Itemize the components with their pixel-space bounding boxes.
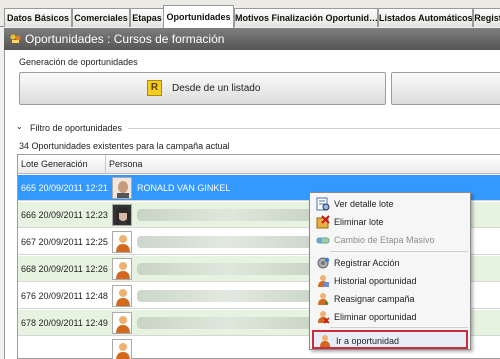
menu-item-eliminar-oportunidad[interactable]: Eliminar oportunidad xyxy=(312,308,468,326)
person-avatar-icon xyxy=(112,312,132,334)
lote-cell: 667 20/09/2011 12:25 xyxy=(21,237,108,247)
opportunity-count: 34 Oportunidades existentes para la camp… xyxy=(19,141,230,151)
person-avatar xyxy=(112,177,132,199)
generate-other-button[interactable] xyxy=(391,72,500,105)
chevron-down-icon[interactable]: ⌄ xyxy=(16,122,23,131)
tab-bar: Datos Básicos Comerciales Etapas Oportun… xyxy=(0,0,500,28)
menu-item-ver-detalle-lote[interactable]: Ver detalle lote xyxy=(312,195,468,213)
person-avatar-icon xyxy=(112,339,132,359)
list-icon: R xyxy=(147,80,162,96)
person-avatar xyxy=(112,204,132,226)
goto-opportunity-icon xyxy=(320,335,330,347)
persona-cell-redacted xyxy=(137,290,317,302)
delete-lot-icon xyxy=(316,215,330,229)
person-avatar-icon xyxy=(112,258,132,280)
menu-item-registrar-accion[interactable]: Registrar Acción xyxy=(312,254,468,272)
window-title: Oportunidades : Cursos de formación xyxy=(25,32,225,46)
column-separator[interactable] xyxy=(105,155,106,174)
lote-cell: 668 20/09/2011 12:26 xyxy=(21,264,108,274)
tab-etapas[interactable]: Etapas xyxy=(130,8,164,27)
tab-registros[interactable]: Regist xyxy=(473,8,500,27)
from-list-button-label: Desde de un listado xyxy=(172,83,261,94)
detail-icon xyxy=(316,197,330,211)
persona-cell-redacted xyxy=(137,317,317,329)
tab-listados-automaticos[interactable]: Listados Automáticos xyxy=(378,8,473,27)
menu-item-eliminar-lote[interactable]: Eliminar lote xyxy=(312,213,468,231)
menu-item-cambio-etapa-masivo[interactable]: Cambio de Etapa Masivo xyxy=(312,231,468,249)
from-list-button[interactable]: R Desde de un listado xyxy=(19,72,386,105)
menu-separator xyxy=(330,251,468,252)
lote-cell: 666 20/09/2011 12:23 xyxy=(21,210,108,220)
person-avatar-icon xyxy=(112,285,132,307)
grid-header: Lote Generación Persona xyxy=(18,155,500,174)
menu-separator xyxy=(330,327,468,328)
menu-item-historial-oportunidad[interactable]: Historial oportunidad xyxy=(312,272,468,290)
tab-comerciales[interactable]: Comerciales xyxy=(72,8,130,27)
opportunities-icon xyxy=(10,34,21,43)
menu-item-reasignar-campana[interactable]: Reasignar campaña xyxy=(312,290,468,308)
column-lote-generacion[interactable]: Lote Generación xyxy=(21,159,88,169)
delete-opportunity-icon xyxy=(318,311,330,324)
history-icon xyxy=(318,275,329,287)
tab-datos-basicos[interactable]: Datos Básicos xyxy=(4,8,72,27)
persona-cell-redacted xyxy=(137,263,317,275)
column-persona[interactable]: Persona xyxy=(109,159,143,169)
lote-cell: 676 20/09/2011 12:48 xyxy=(21,291,108,301)
lote-cell: 678 20/09/2011 12:49 xyxy=(21,318,108,328)
tab-oportunidades[interactable]: Oportunidades xyxy=(163,5,234,28)
stage-change-icon xyxy=(316,237,330,244)
filter-toggle[interactable]: Filtro de oportunidades xyxy=(30,123,122,133)
filter-divider xyxy=(128,128,500,129)
persona-cell-redacted xyxy=(137,209,317,221)
tab-motivos-finalizacion[interactable]: Motivos Finalización Oportunid… xyxy=(234,8,378,27)
person-avatar-icon xyxy=(112,231,132,253)
register-action-icon xyxy=(317,257,330,269)
menu-item-ir-a-oportunidad[interactable]: Ir a oportunidad xyxy=(312,330,468,349)
reassign-icon xyxy=(318,293,329,305)
persona-cell: RONALD VAN GINKEL xyxy=(137,183,231,193)
persona-cell-redacted xyxy=(137,236,317,248)
generation-section-label: Generación de oportunidades xyxy=(19,57,138,67)
context-menu: Ver detalle lote Eliminar lote Cambio de… xyxy=(309,192,471,350)
lote-cell: 665 20/09/2011 12:21 xyxy=(21,183,108,193)
window-title-bar: Oportunidades : Cursos de formación xyxy=(4,28,500,50)
